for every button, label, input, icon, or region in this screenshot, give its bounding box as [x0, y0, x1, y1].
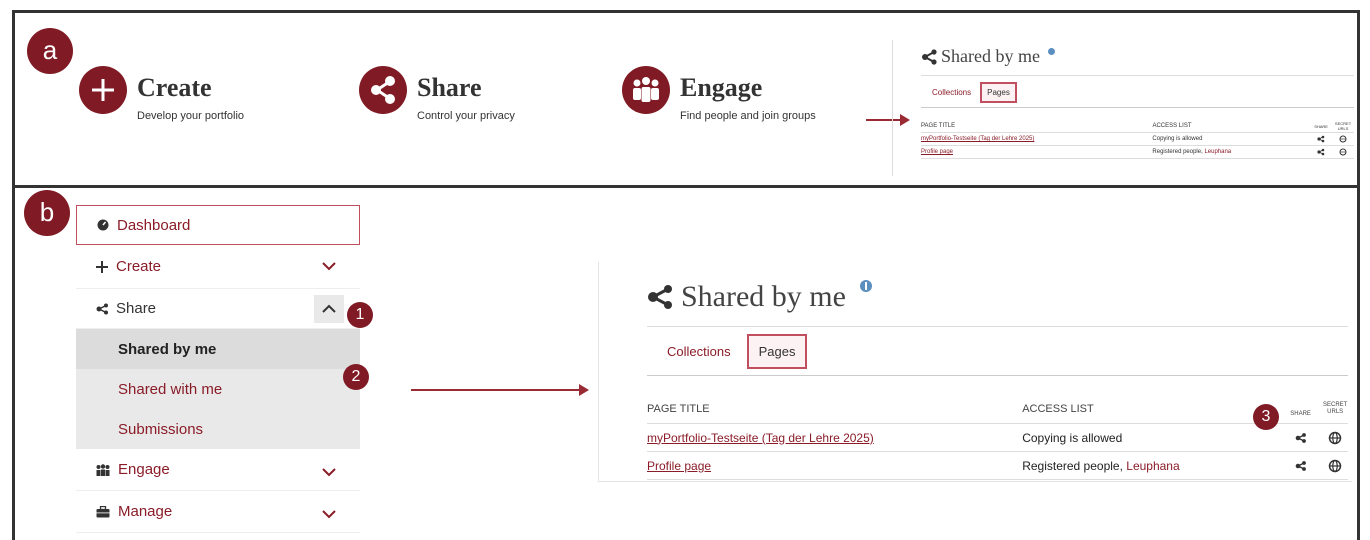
tab-pages[interactable]: Pages [746, 333, 808, 369]
callout-badge-2: 2 [343, 364, 369, 390]
chevron-down-icon[interactable] [322, 509, 336, 519]
column-share: SHARE [1314, 123, 1328, 129]
page-link[interactable]: myPortfolio-Testseite (Tag der Lehre 202… [647, 431, 1022, 445]
callout-badge-1: 1 [347, 302, 373, 328]
column-page-title: PAGE TITLE [647, 402, 710, 415]
info-icon[interactable] [1047, 48, 1055, 55]
arrow-to-large-panel [411, 384, 589, 396]
access-text: Copying is allowed [1022, 430, 1123, 445]
table-header: PAGE TITLE ACCESS LIST SHARE SECRET URLS [921, 120, 1354, 133]
chevron-up-icon [322, 304, 336, 313]
share-icon[interactable] [1279, 460, 1322, 472]
column-page-title: PAGE TITLE [921, 123, 956, 129]
table-row: myPortfolio-Testseite (Tag der Lehre 202… [647, 424, 1348, 452]
group-link[interactable]: Leuphana [1204, 149, 1231, 155]
tab-pages[interactable]: Pages [980, 82, 1017, 103]
page-link[interactable]: Profile page [921, 149, 1152, 155]
panel-marker-b: b [24, 190, 70, 236]
feature-create[interactable]: Create Develop your portfolio [79, 66, 244, 122]
feature-share[interactable]: Share Control your privacy [359, 66, 515, 122]
column-secret-urls: SECRET URLS [1322, 401, 1348, 415]
people-icon [96, 463, 110, 476]
tab-collections[interactable]: Collections [927, 84, 976, 101]
plus-icon [79, 66, 127, 114]
tab-bar: Collections Pages [647, 326, 1348, 376]
table-header: PAGE TITLE ACCESS LIST SHARE SECRET URLS [647, 394, 1348, 424]
column-access-list: ACCESS LIST [1152, 123, 1192, 129]
share-icon[interactable] [1310, 135, 1332, 143]
share-icon[interactable] [1279, 432, 1322, 444]
dashboard-icon [97, 219, 109, 231]
people-icon [622, 66, 670, 114]
feature-title: Share [417, 73, 482, 102]
panel-marker-a: a [27, 28, 73, 74]
sidebar-item-create[interactable]: Create [76, 245, 360, 289]
shared-by-me-panel-small: Shared by me Collections Pages PAGE TITL… [892, 40, 1354, 176]
feature-desc: Control your privacy [417, 110, 515, 122]
tab-bar: Collections Pages [921, 75, 1354, 108]
group-link[interactable]: Leuphana [1126, 459, 1179, 473]
globe-icon[interactable] [1332, 135, 1354, 143]
feature-desc: Develop your portfolio [137, 110, 245, 122]
sidebar-item-engage[interactable]: Engage [76, 449, 360, 491]
collapse-button[interactable] [314, 295, 344, 323]
sidebar-item-label: Share [116, 300, 157, 317]
share-icon[interactable] [1310, 148, 1332, 156]
access-text: Copying is allowed [1152, 136, 1203, 142]
feature-title: Engage [680, 73, 763, 102]
sidebar-item-label: Engage [118, 461, 170, 478]
page-title: Shared by me [681, 280, 846, 313]
globe-icon[interactable] [1322, 459, 1348, 473]
access-text: Registered people, Leuphana [1152, 149, 1232, 155]
chevron-down-icon[interactable] [322, 261, 336, 271]
globe-icon[interactable] [1332, 148, 1354, 156]
page-link[interactable]: myPortfolio-Testseite (Tag der Lehre 202… [921, 136, 1152, 142]
page-link[interactable]: Profile page [647, 459, 1022, 473]
column-access-list: ACCESS LIST [1022, 402, 1094, 415]
sidebar-item-share[interactable]: Share [76, 289, 360, 329]
sidebar-item-label: Dashboard [117, 216, 191, 234]
feature-desc: Find people and join groups [680, 110, 816, 122]
feature-engage[interactable]: Engage Find people and join groups [622, 66, 816, 122]
share-icon [922, 48, 937, 65]
shared-by-me-panel-large: Shared by me Collections Pages PAGE TITL… [598, 262, 1352, 482]
info-icon[interactable] [859, 280, 872, 292]
globe-icon[interactable] [1322, 431, 1348, 445]
share-icon [96, 303, 108, 314]
plus-icon [96, 260, 108, 273]
share-icon [359, 66, 407, 114]
sidebar-item-manage[interactable]: Manage [76, 491, 360, 533]
callout-badge-3: 3 [1253, 404, 1279, 430]
sidebar-subitem-shared-with-me[interactable]: Shared with me [76, 369, 360, 409]
table-row: myPortfolio-Testseite (Tag der Lehre 202… [921, 133, 1354, 146]
sidebar-subitem-shared-by-me[interactable]: Shared by me [76, 329, 360, 369]
sidebar-subitem-submissions[interactable]: Submissions [76, 409, 360, 449]
access-text: Registered people, Leuphana [1022, 458, 1180, 473]
column-secret-urls: SECRET URLS [1334, 121, 1352, 131]
table-row: Profile page Registered people, Leuphana [921, 146, 1354, 159]
column-share: SHARE [1290, 410, 1311, 417]
briefcase-icon [96, 505, 110, 517]
table-row: Profile page Registered people, Leuphana [647, 452, 1348, 480]
tab-collections[interactable]: Collections [657, 336, 741, 367]
sidebar-nav: Dashboard Create Share Shared by me Shar… [76, 205, 360, 533]
sidebar-item-label: Create [116, 258, 162, 275]
share-icon [648, 285, 672, 309]
sidebar-item-label: Manage [118, 503, 173, 520]
page-title: Shared by me [941, 46, 1040, 66]
feature-title: Create [137, 73, 212, 102]
panel-divider [15, 185, 1357, 188]
sidebar-item-dashboard[interactable]: Dashboard [76, 205, 360, 245]
chevron-down-icon[interactable] [322, 467, 336, 477]
